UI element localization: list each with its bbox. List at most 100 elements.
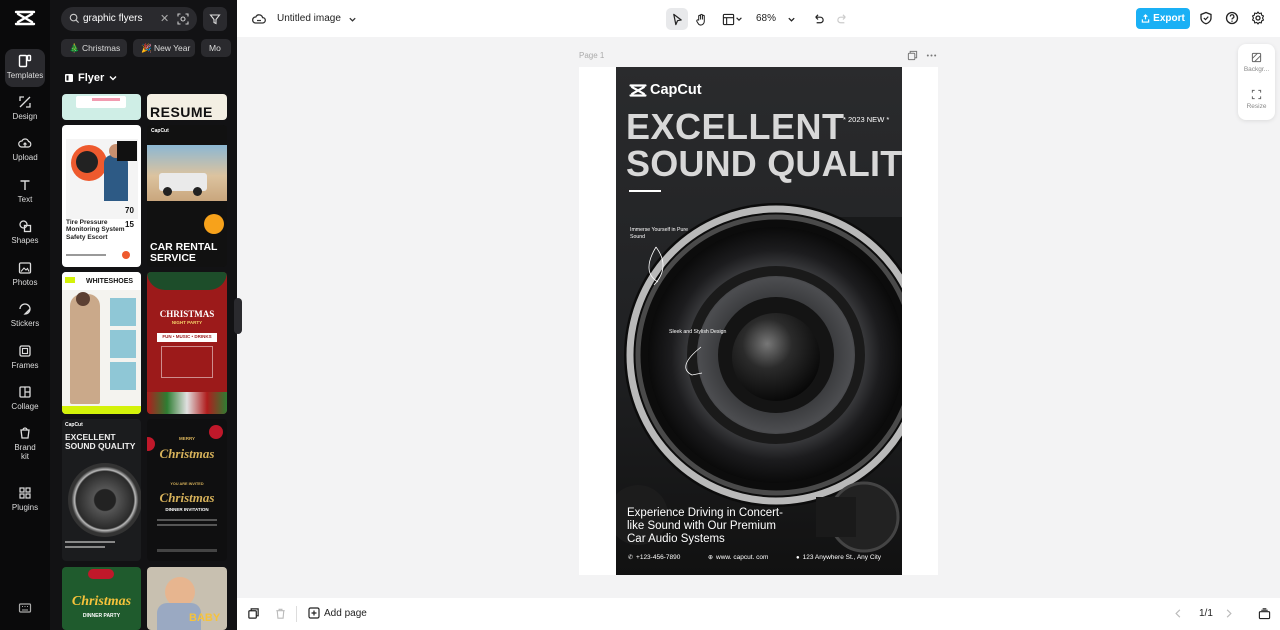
category-label: Flyer [78,72,105,84]
next-page-icon[interactable] [1224,607,1234,620]
xmas-script-2: Christmas [159,490,215,505]
rail-item-upload[interactable]: Upload [5,131,45,169]
template-thumb-whiteshoes[interactable]: WHITESHOES [62,272,141,414]
zoom-level[interactable]: 68% [756,13,776,24]
zoom-dropdown[interactable] [780,8,802,30]
filter-button[interactable] [203,7,227,31]
xmas-script: Christmas [159,446,215,461]
duplicate-page-icon[interactable] [907,50,918,61]
select-tool-button[interactable] [666,8,688,30]
template-thumb-christmas-party[interactable]: CHRISTMAS NIGHT PARTY FUN • MUSIC • DRIN… [147,272,227,414]
stickers-icon [19,303,31,315]
rail-item-photos[interactable]: Photos [5,256,45,294]
layout-icon [722,13,734,25]
undo-icon [814,13,824,23]
resize-tool[interactable]: Resize [1238,89,1275,110]
help-icon[interactable] [1225,11,1239,25]
flyer-phone: ✆ +123-456-7890 [628,554,680,561]
flyer-address: ● 123 Anywhere St., Any City [796,554,881,561]
chevron-down-icon[interactable] [348,15,357,24]
keyboard-icon[interactable] [18,601,32,615]
flyer-brand: CapCut [650,82,702,98]
invited-label: YOU ARE INVITED [170,482,204,486]
chip-more[interactable]: Mo [201,39,231,57]
template-thumb-teal[interactable] [62,94,141,120]
chip-new-year[interactable]: 🎉 New Year [133,39,195,57]
template-icon [65,74,73,82]
hand-icon [695,13,705,26]
template-thumb-tire-pressure[interactable]: 70 15 Tire Pressure Monitoring System Sa… [62,125,141,267]
templates-icon [18,54,32,68]
redo-icon [836,13,846,23]
rail-label: Templates [6,71,44,80]
chip-christmas[interactable]: 🎄 Christmas [61,39,127,57]
template-thumb-resume[interactable]: RESUME [147,94,227,120]
address-text: 123 Anywhere St., Any City [802,554,882,561]
chevron-down-icon [109,76,117,81]
cursor-icon [672,13,682,25]
rail-item-frames[interactable]: Frames [5,339,45,377]
frames-icon [19,345,31,357]
rail-item-templates[interactable]: Templates [5,49,45,87]
phone-text: +123-456-7890 [636,554,681,561]
template-thumb-baby[interactable]: BABY [147,567,227,630]
document-title[interactable]: Untitled image [277,13,341,24]
rail-item-brand-kit[interactable]: Brand kit [5,421,45,467]
layout-tool-button[interactable] [718,8,746,30]
export-button[interactable]: Export [1136,8,1190,29]
undo-button[interactable] [807,8,829,30]
page-label: Page 1 [579,51,605,60]
more-icon[interactable] [926,50,937,61]
flyer-design[interactable]: CapCut * 2023 NEW * EXCELLENT SOUND QUAL… [616,67,902,575]
background-tool[interactable]: Backgr... [1238,52,1275,73]
rail-item-text[interactable]: Text [5,173,45,211]
xmas-dinner-script: Christmas [71,594,132,609]
resume-title: RESUME [150,104,213,120]
export-label: Export [1153,13,1185,24]
capcut-logo-icon [629,84,647,97]
capcut-logo-icon[interactable] [14,9,36,27]
redo-button[interactable] [831,8,853,30]
cloud-save-icon[interactable] [252,12,266,26]
collage-icon [19,386,31,398]
image-search-icon[interactable] [177,13,189,25]
hand-tool-button[interactable] [690,8,712,30]
rail-label: Photos [12,278,38,287]
template-thumb-christmas-invitation[interactable]: MERRY Christmas YOU ARE INVITED Christma… [147,419,227,561]
resize-icon [1251,89,1262,100]
template-thumb-christmas-dinner[interactable]: Christmas DINNER PARTY [62,567,141,630]
flyer-divider [629,190,661,192]
panel-collapse-handle[interactable] [234,298,242,334]
shield-icon[interactable] [1199,11,1213,25]
category-dropdown[interactable]: Flyer [64,72,118,84]
settings-icon[interactable] [1251,11,1265,25]
merry-label: MERRY [178,436,196,441]
web-text: www. capcut. com [716,554,769,561]
rail-label: Shapes [11,236,39,245]
rail-item-collage[interactable]: Collage [5,380,45,418]
rail-label: Upload [12,153,38,162]
rail-item-design[interactable]: Design [5,90,45,128]
rail-item-plugins[interactable]: Plugins [5,481,45,519]
dinner-party-label: DINNER PARTY [82,613,121,619]
add-page-icon [308,607,320,619]
right-tools-panel: Backgr... Resize [1238,44,1275,120]
prev-page-icon[interactable] [1173,607,1183,620]
flyer-tagline: Experience Driving in Concert-like Sound… [627,507,783,545]
flyer-note-2: Sleek and Stylish Design [669,329,727,335]
plugins-icon [19,487,31,499]
car-brand: CapCut [151,128,169,134]
template-thumb-car-rental[interactable]: CapCut CAR RENTAL SERVICE [147,125,227,267]
add-page-button[interactable]: Add page [308,607,367,619]
copy-page-icon[interactable] [247,607,260,620]
add-page-label: Add page [324,607,367,619]
pages-overview-icon[interactable] [1258,607,1271,620]
car-title: CAR RENTAL SERVICE [150,241,218,264]
rail-item-stickers[interactable]: Stickers [5,297,45,335]
brand-kit-icon [20,427,30,439]
clear-search-icon[interactable]: ✕ [160,12,169,25]
search-input[interactable]: graphic flyers ✕ [61,7,197,31]
trash-icon[interactable] [274,607,287,620]
rail-item-shapes[interactable]: Shapes [5,214,45,252]
template-thumb-sound-quality[interactable]: CapCut EXCELLENT SOUND QUALITY [62,419,141,561]
